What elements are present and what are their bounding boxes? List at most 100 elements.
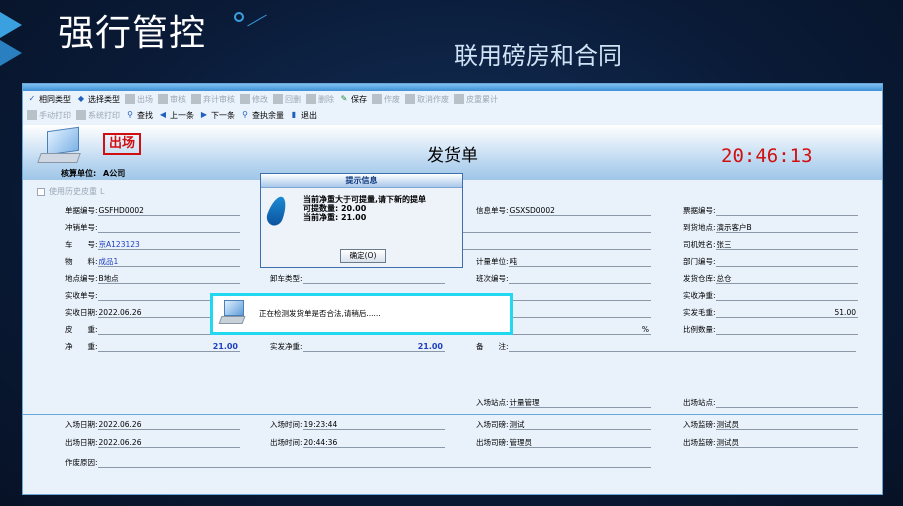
tare-sum-button[interactable]: 皮重累计 [454,94,498,105]
blank-field-a [463,221,651,233]
actual-net-field: 实发净重: 21.00 [270,342,445,352]
checkbox-box[interactable] [37,187,45,196]
tare-sum-icon [454,94,464,104]
info-no-field: 信息单号: GSXSD0002 [476,204,651,216]
toolbar-row-1: ✓ 相同类型 ◆ 选择类型 出场 审核 弃计审核 修改 回删 删除 ✎ 保存 作废 取… [23,91,882,107]
vehicle-no-field: 车 号: 京A123123 [65,238,240,250]
modify-button[interactable]: 修改 [240,94,268,105]
computer-icon [37,126,81,165]
unvoid-button[interactable]: 取消作废 [405,94,449,105]
exit-date-field: 出场日期: 2022.06.26 [65,436,240,448]
unload-type-field: 卸车类型: [270,272,445,284]
blank-field-d [513,306,651,318]
destination-field: 到货地点: 演示客户B [683,221,858,233]
net-weight-field: 净 重: 21.00 [65,342,240,352]
exit-stamp: 出场 [103,133,141,155]
percent-field: % [513,323,651,335]
section-divider [23,414,882,415]
next-button[interactable]: ▶ 下一条 [199,110,235,121]
save-button[interactable]: ✎ 保存 [339,94,367,105]
entry-supervisor-field: 入场监磅: 测试员 [683,418,858,430]
exit-station-field: 出场站点: [683,396,858,408]
search-icon: ⚲ [127,110,133,119]
window-top-bar [23,84,882,91]
material-field: 物 料: 成品1 [65,255,240,267]
remark-field: 备 注: [476,340,856,352]
clock: 20:46:13 [721,145,813,167]
slide-subtitle: 联用磅房和合同 [454,42,622,70]
exit-operator-field: 出场司磅: 管理员 [476,436,651,448]
driver-name-field: 司机姓名: 张三 [683,238,858,250]
ratio-field: 比例数量: [683,323,858,335]
actual-gross-field: 实发毛重: 51.00 [683,308,858,318]
exit-button[interactable]: 出场 [125,94,153,105]
save-icon: ✎ [340,94,348,103]
entry-date-field: 入场日期: 2022.06.26 [65,418,240,430]
ticket-no-field: 票据编号: [683,204,858,216]
checking-dialog: 正在检测发货单是否合法,请稍后...... [210,293,513,335]
exit-icon [125,94,135,104]
offset-no-field: 冲销单号: [65,221,240,233]
cancel-audit-button[interactable]: 弃计审核 [191,94,235,105]
decorative-circle-icon [234,12,244,22]
entry-time-field: 入场时间: 19:23:44 [270,418,445,430]
alert-dialog: 提示信息 当前净重大于可提量,请下新的提单 可提数量: 20.00 当前净重: … [260,173,463,268]
system-print-button[interactable]: 系统打印 [76,110,120,121]
manual-print-button[interactable]: 手动打印 [27,110,71,121]
accounting-unit-value: A公司 [103,169,126,178]
decorative-line [247,14,267,27]
balance-icon: ⚲ [242,110,248,119]
unvoid-icon [405,94,415,104]
delete-icon [306,94,316,104]
form-header: 出场 核算单位: A公司 发货单 20:46:13 [23,125,882,180]
exit-supervisor-field: 出场监磅: 测试员 [683,436,858,448]
select-type-button[interactable]: ◆ 选择类型 [76,94,120,105]
location-no-field: 地点编号: B地点 [65,272,240,284]
void-icon [372,94,382,104]
alert-message: 当前净重大于可提量,请下新的提单 可提数量: 20.00 当前净重: 21.00 [303,195,427,222]
shift-no-field: 班次编号: [476,272,651,284]
void-reason-field: 作废原因: [65,456,651,468]
wrench-icon [240,94,250,104]
feather-icon [264,194,290,228]
use-history-tare-checkbox[interactable]: 使用历史皮重 L [37,186,104,197]
accounting-unit-label: 核算单位: [61,169,97,178]
exit-door-icon: ▮ [291,110,297,119]
search-button[interactable]: ⚲ 查找 [125,110,153,121]
actual-net2-field: 实收净重: [683,289,858,301]
diamond-icon: ◆ [77,94,85,103]
void-button[interactable]: 作废 [372,94,400,105]
audit-button[interactable]: 审核 [158,94,186,105]
undo-delete-button[interactable]: 回删 [273,94,301,105]
balance-button[interactable]: ⚲ 查执余量 [240,110,284,121]
entry-station-field: 入场站点: 计量管理 [476,396,651,408]
toolbar-row-2: 手动打印 系统打印 ⚲ 查找 ◀ 上一条 ▶ 下一条 ⚲ 查执余量 ▮ 退出 [23,107,882,123]
chevron-right-icon [0,40,22,66]
print-icon [27,110,37,120]
entry-operator-field: 入场司磅: 测试 [476,418,651,430]
slide-title: 强行管控 [58,13,207,54]
blank-field-c [513,289,651,301]
document-title: 发货单 [427,146,478,166]
app-window: ✓ 相同类型 ◆ 选择类型 出场 审核 弃计审核 修改 回删 删除 ✎ 保存 作废 取… [22,83,883,495]
blank-field-b [463,238,651,250]
delete-button[interactable]: 删除 [306,94,334,105]
same-type-button[interactable]: ✓ 相同类型 [27,94,71,105]
check-icon: ✓ [28,94,36,103]
system-print-icon [76,110,86,120]
prev-icon: ◀ [159,110,167,119]
audit-icon [158,94,168,104]
ok-button[interactable]: 确定(O) [340,249,386,263]
undo-icon [273,94,283,104]
exit-time-field: 出场时间: 20:44:36 [270,436,445,448]
quit-button[interactable]: ▮ 退出 [289,110,317,121]
chevron-right-icon [0,12,22,38]
next-icon: ▶ [200,110,208,119]
computer-check-icon [218,300,246,328]
warehouse-field: 发货仓库: 总仓 [683,272,858,284]
cancel-audit-icon [191,94,201,104]
bill-no-field: 单据编号: GSFHD0002 [65,204,240,216]
checking-message: 正在检测发货单是否合法,请稍后...... [259,309,381,318]
prev-button[interactable]: ◀ 上一条 [158,110,194,121]
measure-unit-field: 计量单位: 吨 [476,255,651,267]
